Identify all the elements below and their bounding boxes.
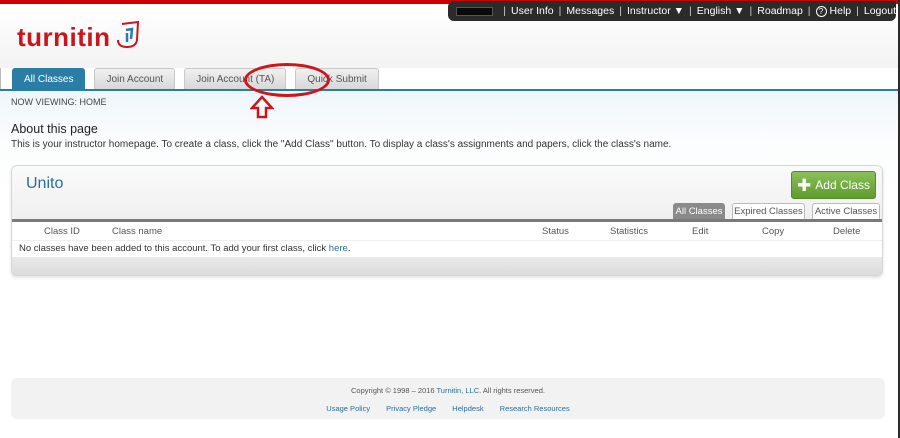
page-description: This is your instructor homepage. To cre…: [11, 139, 672, 150]
top-navigation: | User Info | Messages | Instructor ▼ | …: [448, 1, 896, 21]
turnitin-llc-link[interactable]: Turnitin, LLC: [436, 386, 479, 395]
breadcrumb: NOW VIEWING: HOME: [11, 97, 107, 107]
panel-header: Unito ✚ Add Class All Classes Expired Cl…: [12, 166, 882, 221]
help-icon: ?: [815, 6, 827, 17]
annotation-circle: [244, 63, 330, 97]
col-class-name: Class name: [112, 226, 163, 237]
filter-active-classes[interactable]: Active Classes: [812, 203, 880, 219]
panel-footer: [12, 257, 882, 275]
logo-text: turnitin: [17, 22, 111, 52]
logo-mark-icon: [116, 20, 139, 49]
nav-roadmap[interactable]: Roadmap: [757, 5, 803, 17]
filter-expired-classes[interactable]: Expired Classes: [732, 203, 805, 219]
footer-link-research-resources[interactable]: Research Resources: [500, 404, 570, 413]
tabs-underline: [0, 89, 900, 91]
empty-message-end: .: [347, 243, 351, 254]
main-tabs: All Classes Join Account Join Account (T…: [12, 68, 388, 89]
account-title: Unito: [26, 175, 64, 192]
nav-messages[interactable]: Messages: [566, 5, 614, 17]
tab-all-classes[interactable]: All Classes: [12, 68, 86, 89]
nav-instructor-dropdown[interactable]: Instructor ▼: [627, 5, 684, 17]
nav-logout[interactable]: Logout: [864, 5, 896, 17]
copyright-suffix: . All rights reserved.: [479, 386, 545, 395]
footer-link-helpdesk[interactable]: Helpdesk: [452, 404, 483, 413]
empty-classes-row: No classes have been added to this accou…: [12, 240, 882, 257]
col-status: Status: [542, 226, 569, 237]
add-class-button[interactable]: ✚ Add Class: [791, 171, 876, 199]
nav-help-label: Help: [829, 5, 852, 17]
add-class-label: Add Class: [815, 178, 870, 192]
filter-all-classes[interactable]: All Classes: [673, 203, 725, 219]
col-class-id: Class ID: [44, 226, 80, 237]
col-edit: Edit: [692, 226, 709, 237]
add-first-class-link[interactable]: here: [329, 243, 348, 254]
footer-links: Usage Policy Privacy Pledge Helpdesk Res…: [11, 404, 885, 413]
footer-link-privacy-pledge[interactable]: Privacy Pledge: [386, 404, 436, 413]
col-statistics: Statistics: [610, 226, 649, 237]
table-header: Class ID Class name Status Statistics Ed…: [12, 222, 882, 240]
turnitin-logo[interactable]: turnitin: [17, 20, 143, 52]
page-footer: Copyright © 1998 – 2016 Turnitin, LLC. A…: [11, 378, 885, 419]
col-delete: Delete: [833, 226, 861, 237]
redacted-username: [456, 6, 494, 16]
nav-user-info[interactable]: User Info: [511, 5, 554, 17]
copyright: Copyright © 1998 – 2016 Turnitin, LLC. A…: [11, 386, 885, 395]
copyright-prefix: Copyright © 1998 – 2016: [351, 386, 435, 395]
page-title: About this page: [11, 122, 98, 136]
annotation-arrow-up-icon: [250, 95, 274, 119]
plus-icon: ✚: [797, 175, 812, 195]
nav-language-dropdown[interactable]: English ▼: [697, 5, 745, 17]
nav-help[interactable]: ? Help: [815, 5, 852, 17]
tab-join-account[interactable]: Join Account: [94, 68, 176, 89]
empty-message: No classes have been added to this accou…: [19, 243, 327, 254]
classes-panel: Unito ✚ Add Class All Classes Expired Cl…: [11, 165, 883, 276]
footer-link-usage-policy[interactable]: Usage Policy: [326, 404, 370, 413]
col-copy: Copy: [762, 226, 785, 237]
